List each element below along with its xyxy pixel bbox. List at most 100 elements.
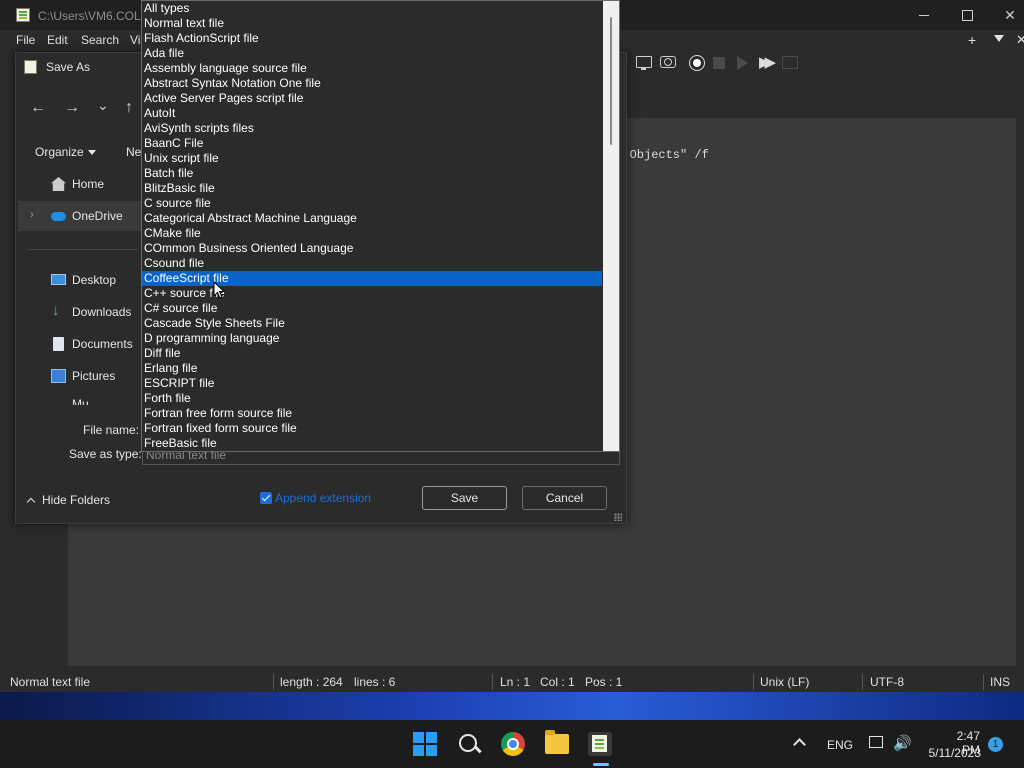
- type-option[interactable]: Fortran free form source file: [142, 406, 602, 421]
- status-eol[interactable]: Unix (LF): [760, 675, 809, 689]
- hide-folders-label: Hide Folders: [42, 493, 111, 507]
- type-option-list: All types Normal text file Flash ActionScr…: [142, 1, 602, 451]
- windows-start-icon[interactable]: [413, 732, 437, 756]
- cancel-button[interactable]: Cancel: [522, 486, 607, 510]
- type-option[interactable]: COmmon Business Oriented Language: [142, 241, 602, 256]
- stop-macro-icon[interactable]: [713, 57, 725, 69]
- maximize-button[interactable]: [953, 4, 981, 26]
- recent-locations-chevron-icon[interactable]: ⌄: [97, 97, 109, 114]
- status-separator: [983, 674, 984, 690]
- status-separator: [273, 674, 274, 690]
- close-button[interactable]: ✕: [996, 4, 1024, 26]
- type-option[interactable]: BlitzBasic file: [142, 181, 602, 196]
- up-arrow-icon[interactable]: ↑: [125, 99, 133, 117]
- type-option[interactable]: All types: [142, 1, 602, 16]
- dropdown-scrollbar[interactable]: [603, 1, 619, 451]
- run-macro-multiple-icon[interactable]: ▶▶: [759, 53, 776, 71]
- type-option[interactable]: Cascade Style Sheets File: [142, 316, 602, 331]
- type-option[interactable]: AviSynth scripts files: [142, 121, 602, 136]
- organize-button[interactable]: Organize: [35, 145, 96, 159]
- type-option[interactable]: Erlang file: [142, 361, 602, 376]
- chrome-icon[interactable]: [501, 732, 525, 756]
- nav-item-downloads[interactable]: Downloads: [18, 297, 142, 327]
- camera-icon[interactable]: [660, 56, 676, 68]
- notepadpp-app-icon: [16, 8, 30, 22]
- notepadpp-app-icon: [24, 60, 37, 74]
- forward-arrow-icon[interactable]: →: [64, 99, 80, 117]
- type-option[interactable]: CMake file: [142, 226, 602, 241]
- type-option[interactable]: C source file: [142, 196, 602, 211]
- scrollbar-thumb[interactable]: [610, 17, 612, 145]
- type-option[interactable]: Unix script file: [142, 151, 602, 166]
- append-extension-label[interactable]: Append extension: [275, 491, 371, 505]
- status-encoding[interactable]: UTF-8: [870, 675, 904, 689]
- type-option[interactable]: C++ source file: [142, 286, 602, 301]
- expand-chevron-icon[interactable]: ›: [30, 209, 34, 221]
- document-icon: [53, 337, 64, 351]
- save-macro-icon[interactable]: [782, 56, 798, 69]
- menu-file[interactable]: File: [16, 33, 35, 47]
- show-hidden-icons-chevron-icon[interactable]: [793, 738, 806, 751]
- status-ln: Ln : 1: [500, 675, 531, 689]
- menu-search[interactable]: Search: [81, 33, 119, 47]
- tab-list-dropdown-icon[interactable]: [994, 35, 1004, 42]
- append-extension-checkbox[interactable]: [260, 492, 272, 504]
- back-arrow-icon[interactable]: ←: [30, 99, 46, 117]
- menu-view[interactable]: Vi: [130, 33, 140, 47]
- save-button[interactable]: Save: [422, 486, 507, 510]
- new-folder-button[interactable]: Ne: [126, 145, 141, 159]
- hide-folders-button[interactable]: Hide Folders: [26, 493, 111, 507]
- status-insert-mode: INS: [990, 675, 1011, 689]
- volume-icon[interactable]: 🔊: [893, 734, 912, 752]
- type-option[interactable]: Diff file: [142, 346, 602, 361]
- type-option[interactable]: Normal text file: [142, 16, 602, 31]
- type-option[interactable]: Forth file: [142, 391, 602, 406]
- type-option[interactable]: C# source file: [142, 301, 602, 316]
- type-option[interactable]: Active Server Pages script file: [142, 91, 602, 106]
- type-option[interactable]: Batch file: [142, 166, 602, 181]
- type-option[interactable]: Assembly language source file: [142, 61, 602, 76]
- nav-item-pictures[interactable]: Pictures: [18, 361, 142, 391]
- type-option[interactable]: Csound file: [142, 256, 602, 271]
- notification-count-badge[interactable]: 1: [988, 737, 1003, 752]
- menu-edit[interactable]: Edit: [47, 33, 68, 47]
- organize-label: Organize: [35, 145, 84, 159]
- nav-item-music[interactable]: Mu: [72, 397, 89, 405]
- nav-item-onedrive[interactable]: › OneDrive: [18, 201, 142, 231]
- type-option[interactable]: Flash ActionScript file: [142, 31, 602, 46]
- type-option[interactable]: D programming language: [142, 331, 602, 346]
- save-as-type-label: Save as type:: [69, 447, 142, 461]
- file-explorer-icon[interactable]: [545, 730, 569, 754]
- type-option[interactable]: CoffeeScript file: [142, 271, 602, 286]
- type-option[interactable]: ESCRIPT file: [142, 376, 602, 391]
- clock-date[interactable]: 5/11/2023: [924, 746, 982, 760]
- status-bar: Normal text file length : 264 lines : 6 …: [0, 672, 1024, 692]
- close-tab-icon[interactable]: ✕: [1016, 32, 1024, 48]
- type-option[interactable]: AutoIt: [142, 106, 602, 121]
- type-option[interactable]: BaanC File: [142, 136, 602, 151]
- resize-grip[interactable]: [614, 513, 622, 521]
- play-macro-icon[interactable]: [737, 56, 748, 70]
- navigation-pane: Home › OneDrive Desktop Downloads Docume…: [18, 169, 142, 405]
- home-icon: [51, 177, 66, 191]
- search-icon[interactable]: [457, 732, 481, 756]
- type-option[interactable]: Categorical Abstract Machine Language: [142, 211, 602, 226]
- notepadpp-taskbar-icon[interactable]: [588, 732, 612, 756]
- nav-item-documents[interactable]: Documents: [18, 329, 142, 359]
- type-option[interactable]: Abstract Syntax Notation One file: [142, 76, 602, 91]
- input-language-indicator[interactable]: ENG: [827, 738, 853, 752]
- new-tab-plus-icon[interactable]: +: [968, 32, 976, 48]
- type-option[interactable]: FreeBasic file: [142, 436, 602, 451]
- nav-item-home[interactable]: Home: [18, 169, 142, 199]
- status-pos: Pos : 1: [585, 675, 623, 689]
- minimize-button[interactable]: [910, 4, 938, 26]
- network-icon[interactable]: [869, 736, 883, 748]
- save-as-type-dropdown-list[interactable]: All types Normal text file Flash ActionScr…: [141, 0, 620, 452]
- record-macro-icon[interactable]: [689, 55, 705, 71]
- type-option[interactable]: Ada file: [142, 46, 602, 61]
- desktop-wallpaper: [0, 692, 1024, 720]
- nav-item-label: Pictures: [72, 369, 116, 383]
- type-option[interactable]: Fortran fixed form source file: [142, 421, 602, 436]
- nav-item-desktop[interactable]: Desktop: [18, 265, 142, 295]
- monitor-icon[interactable]: [636, 56, 652, 70]
